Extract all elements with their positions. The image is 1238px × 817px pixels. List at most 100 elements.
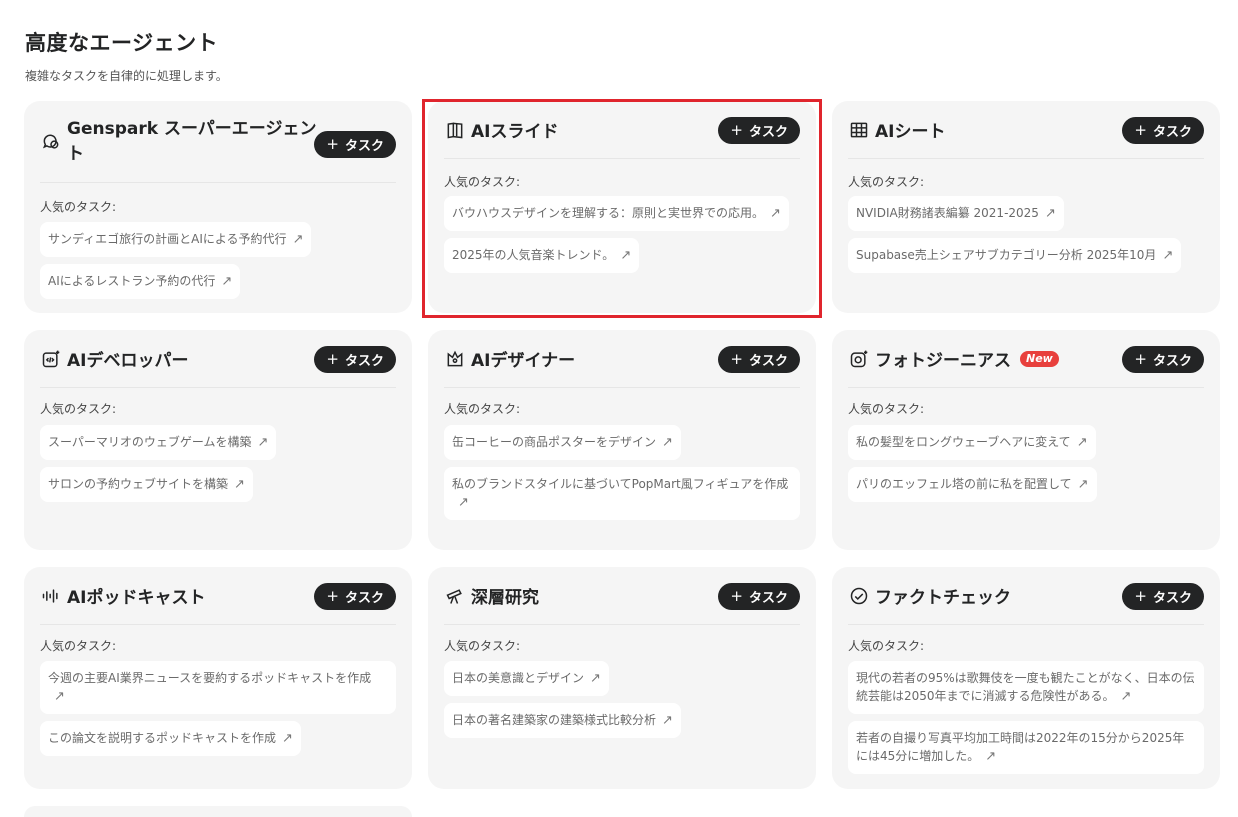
agent-card-deep-research[interactable]: 深層研究 + タスク 人気のタスク: 日本の美意識とデザイン ↗ 日本の著名建築家の…	[428, 567, 816, 789]
add-task-button[interactable]: + タスク	[1122, 117, 1204, 144]
card-header: AIポッドキャスト + タスク	[40, 567, 396, 625]
agent-card-photo-genius[interactable]: フォトジーニアス New + タスク 人気のタスク: 私の髪型をロングウェーブヘア…	[832, 330, 1220, 550]
task-button-label: タスク	[748, 125, 788, 140]
agent-card-fact-check[interactable]: ファクトチェック + タスク 人気のタスク: 現代の若者の95%は歌舞伎を一度も観…	[832, 567, 1220, 789]
task-chip[interactable]: 私の髪型をロングウェーブヘアに変えて ↗	[848, 425, 1096, 460]
arrow-up-right-icon: ↗	[662, 713, 673, 728]
task-chip[interactable]: NVIDIA財務諸表編纂 2021-2025 ↗	[848, 196, 1064, 231]
card-header: 深層研究 + タスク	[444, 567, 800, 625]
task-chip[interactable]: サロンの予約ウェブサイトを構築 ↗	[40, 467, 253, 502]
card-title: フォトジーニアス	[875, 351, 1011, 371]
task-chip[interactable]: サンディエゴ旅行の計画とAIによる予約代行 ↗	[40, 222, 312, 257]
plus-icon: +	[1134, 350, 1147, 368]
task-chip[interactable]: バウハウスデザインを理解する：原則と実世界での応用。 ↗	[444, 196, 789, 231]
agent-card-ai-designer[interactable]: AIデザイナー + タスク 人気のタスク: 缶コーヒーの商品ポスターをデザイン ↗ …	[428, 330, 816, 550]
task-button-label: タスク	[1152, 125, 1192, 140]
popular-tasks-label: 人気のタスク:	[40, 402, 117, 416]
task-chip[interactable]: スーパーマリオのウェブゲームを構築 ↗	[40, 425, 277, 460]
task-chip-label: パリのエッフェル塔の前に私を配置して	[856, 477, 1072, 491]
card-title: ファクトチェック	[875, 588, 1011, 608]
popular-tasks-label: 人気のタスク:	[40, 639, 117, 653]
agent-card-super-agent[interactable]: Genspark スーパーエージェント + タスク 人気のタスク: サンディエゴ旅…	[24, 101, 412, 313]
task-chip-label: バウハウスデザインを理解する：原則と実世界での応用。	[452, 206, 765, 220]
arrow-up-right-icon: ↗	[234, 477, 245, 492]
arrow-up-right-icon: ↗	[292, 232, 304, 247]
agent-card-ai-sheets[interactable]: AIシート + タスク 人気のタスク: NVIDIA財務諸表編纂 2021-202…	[832, 101, 1220, 313]
plus-icon: +	[326, 587, 339, 605]
card-title: AIスライド	[471, 122, 559, 142]
task-chip-label: NVIDIA財務諸表編纂 2021-2025	[856, 206, 1039, 220]
task-chip-label: 若者の自撮り写真平均加工時間は2022年の15分から2025年には45分に増加し…	[856, 731, 1185, 763]
task-chip-label: サンディエゴ旅行の計画とAIによる予約代行	[48, 232, 287, 246]
popular-tasks-label: 人気のタスク:	[40, 200, 117, 214]
agent-card-ai-developer[interactable]: AIデベロッパー + タスク 人気のタスク: スーパーマリオのウェブゲームを構築 ↗…	[24, 330, 412, 550]
check-circle-icon	[848, 585, 870, 607]
add-task-button[interactable]: + タスク	[1122, 346, 1204, 373]
card-header: フォトジーニアス New + タスク	[848, 330, 1204, 388]
arrow-up-right-icon: ↗	[282, 731, 293, 746]
arrow-up-right-icon: ↗	[662, 435, 673, 450]
card-title: AIシート	[875, 122, 946, 142]
add-task-button[interactable]: + タスク	[314, 583, 396, 610]
popular-tasks-label: 人気のタスク:	[848, 639, 925, 653]
card-title: 深層研究	[471, 588, 539, 608]
new-badge: New	[1020, 350, 1059, 367]
agent-card-ai-podcast[interactable]: AIポッドキャスト + タスク 人気のタスク: 今週の主要AI業界ニュースを要約す…	[24, 567, 412, 789]
plus-icon: +	[1134, 121, 1147, 139]
task-chip-label: 日本の著名建築家の建築様式比較分析	[452, 713, 657, 727]
task-button-label: タスク	[1152, 591, 1192, 606]
add-task-button[interactable]: + タスク	[718, 583, 800, 610]
arrow-up-right-icon: ↗	[1044, 206, 1056, 221]
task-chip[interactable]: 若者の自撮り写真平均加工時間は2022年の15分から2025年には45分に増加し…	[848, 721, 1204, 774]
plus-icon: +	[326, 350, 339, 368]
add-task-button[interactable]: + タスク	[314, 131, 396, 158]
arrow-up-right-icon: ↗	[1120, 689, 1132, 704]
add-task-button[interactable]: + タスク	[718, 346, 800, 373]
arrow-up-right-icon: ↗	[590, 671, 601, 686]
agent-card-partial[interactable]	[24, 806, 412, 817]
agent-card-ai-slides[interactable]: AIスライド + タスク 人気のタスク: バウハウスデザインを理解する：原則と実世…	[428, 101, 816, 313]
task-chip-label: 缶コーヒーの商品ポスターをデザイン	[452, 435, 657, 449]
arrow-up-right-icon: ↗	[1076, 435, 1088, 450]
task-button-label: タスク	[344, 591, 384, 606]
card-header: AIシート + タスク	[848, 101, 1204, 159]
plus-icon: +	[730, 587, 743, 605]
task-chip-label: 2025年の人気音楽トレンド。	[452, 248, 615, 262]
task-chip[interactable]: 日本の美意識とデザイン ↗	[444, 661, 609, 696]
task-chip[interactable]: パリのエッフェル塔の前に私を配置して ↗	[848, 467, 1097, 502]
arrow-up-right-icon: ↗	[1162, 248, 1174, 263]
task-chip[interactable]: 現代の若者の95%は歌舞伎を一度も観たことがなく、日本の伝統芸能は2050年まで…	[848, 661, 1204, 714]
task-button-label: タスク	[344, 139, 384, 154]
task-button-label: タスク	[748, 354, 788, 369]
arrow-up-right-icon: ↗	[54, 689, 65, 704]
card-title: AIデベロッパー	[67, 351, 189, 371]
arrow-up-right-icon: ↗	[257, 435, 269, 450]
card-header: AIデザイナー + タスク	[444, 330, 800, 388]
task-chip-label: Supabase売上シェアサブカテゴリー分析 2025年10月	[856, 248, 1157, 262]
plus-icon: +	[730, 350, 743, 368]
task-chip-label: 今週の主要AI業界ニュースを要約するポッドキャストを作成	[48, 671, 372, 685]
plus-icon: +	[1134, 587, 1147, 605]
task-chip[interactable]: 私のブランドスタイルに基づいてPopMart風フィギュアを作成 ↗	[444, 467, 800, 520]
add-task-button[interactable]: + タスク	[718, 117, 800, 144]
task-chip[interactable]: AIによるレストラン予約の代行 ↗	[40, 264, 241, 299]
add-task-button[interactable]: + タスク	[1122, 583, 1204, 610]
popular-tasks-label: 人気のタスク:	[444, 402, 521, 416]
task-chip[interactable]: この論文を説明するポッドキャストを作成 ↗	[40, 721, 301, 756]
plus-icon: +	[730, 121, 743, 139]
task-button-label: タスク	[1152, 354, 1192, 369]
arrow-up-right-icon: ↗	[770, 206, 781, 221]
card-header: ファクトチェック + タスク	[848, 567, 1204, 625]
popular-tasks-label: 人気のタスク:	[848, 402, 925, 416]
task-chip[interactable]: Supabase売上シェアサブカテゴリー分析 2025年10月 ↗	[848, 238, 1182, 273]
task-chip[interactable]: 缶コーヒーの商品ポスターをデザイン ↗	[444, 425, 681, 460]
arrow-up-right-icon: ↗	[985, 749, 997, 764]
task-chip-label: サロンの予約ウェブサイトを構築	[48, 477, 229, 491]
task-chip[interactable]: 今週の主要AI業界ニュースを要約するポッドキャストを作成 ↗	[40, 661, 396, 714]
add-task-button[interactable]: + タスク	[314, 346, 396, 373]
card-header: Genspark スーパーエージェント + タスク	[40, 101, 396, 183]
task-chip-label: 私の髪型をロングウェーブヘアに変えて	[856, 435, 1071, 449]
card-title: AIデザイナー	[471, 351, 576, 371]
task-chip[interactable]: 日本の著名建築家の建築様式比較分析 ↗	[444, 703, 681, 738]
task-chip[interactable]: 2025年の人気音楽トレンド。 ↗	[444, 238, 640, 273]
